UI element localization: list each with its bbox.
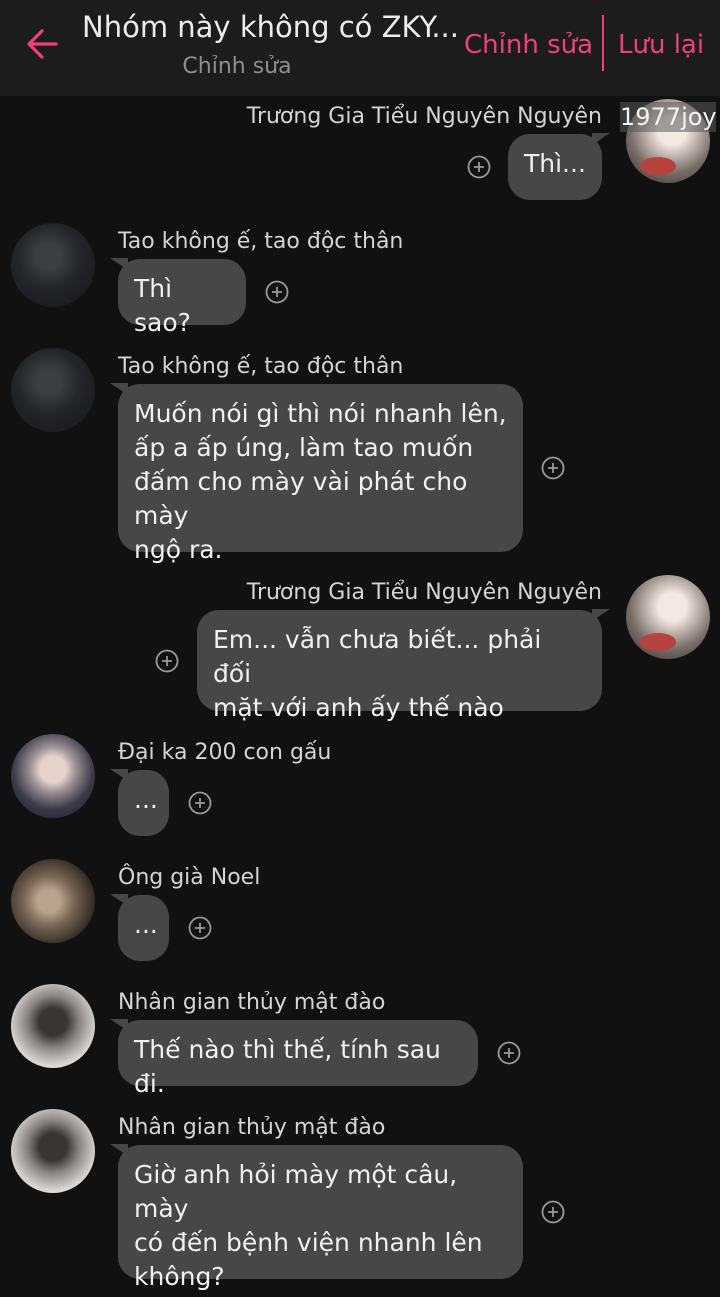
header-divider xyxy=(602,15,604,71)
message-bubble[interactable]: Giờ anh hỏi mày một câu, mày có đến bệnh… xyxy=(110,1144,523,1291)
plus-circle-icon xyxy=(155,649,179,673)
add-reaction-button[interactable] xyxy=(188,791,212,815)
message-bubble[interactable]: Muốn nói gì thì nói nhanh lên, ấp a ấp ú… xyxy=(110,383,523,564)
message-line: Muốn nói gì thì nói nhanh lên, xyxy=(134,399,507,428)
add-reaction-button[interactable] xyxy=(497,1041,521,1065)
avatar-detail xyxy=(640,633,676,651)
save-button[interactable]: Lưu lại xyxy=(618,30,704,60)
message-bubble[interactable]: ... xyxy=(110,769,169,836)
sender-name: Ông già Noel xyxy=(118,865,261,890)
avatar[interactable] xyxy=(11,1109,95,1193)
arrow-left-icon xyxy=(27,29,58,59)
sender-name: Trương Gia Tiểu Nguyên Nguyên xyxy=(246,580,602,605)
sender-name: Trương Gia Tiểu Nguyên Nguyên xyxy=(246,104,602,129)
plus-circle-icon xyxy=(188,791,212,815)
avatar[interactable] xyxy=(11,223,95,307)
message-line: mặt với anh ấy thế nào xyxy=(213,693,504,722)
plus-circle-icon xyxy=(265,280,289,304)
sender-name: Đại ka 200 con gấu xyxy=(118,740,332,765)
add-reaction-button[interactable] xyxy=(541,1200,565,1224)
message-bubble[interactable]: Thì... xyxy=(508,133,610,200)
edit-subtitle: Chỉnh sửa xyxy=(182,54,292,79)
plus-circle-icon xyxy=(541,1200,565,1224)
avatar[interactable] xyxy=(11,734,95,818)
top-bar: Nhóm này không có ZKY... Chỉnh sửa Chỉnh… xyxy=(0,0,720,96)
message-line: không? xyxy=(134,1262,225,1291)
sender-name: Tao không ế, tao độc thân xyxy=(118,354,404,379)
plus-circle-icon xyxy=(467,155,491,179)
message-line: có đến bệnh viện nhanh lên xyxy=(134,1228,483,1257)
message-line: ... xyxy=(134,910,158,939)
message-bubble[interactable]: ... xyxy=(110,894,169,961)
add-reaction-button[interactable] xyxy=(265,280,289,304)
message-line: Thì sao? xyxy=(134,274,191,337)
avatar[interactable] xyxy=(11,348,95,432)
add-reaction-button[interactable] xyxy=(155,649,179,673)
avatar[interactable] xyxy=(626,575,710,659)
avatar[interactable] xyxy=(11,984,95,1068)
sender-name: Nhân gian thủy mật đào xyxy=(118,1115,386,1140)
message-line: đấm cho mày vài phát cho mày xyxy=(134,467,468,530)
message-line: ... xyxy=(134,785,158,814)
plus-circle-icon xyxy=(188,916,212,940)
avatar-detail xyxy=(640,157,676,175)
message-line: ấp a ấp úng, làm tao muốn xyxy=(134,433,474,462)
sender-name: Tao không ế, tao độc thân xyxy=(118,229,404,254)
avatar[interactable] xyxy=(11,859,95,943)
plus-circle-icon xyxy=(497,1041,521,1065)
message-line: Thế nào thì thế, tính sau đi. xyxy=(134,1035,441,1098)
message-line: Giờ anh hỏi mày một câu, mày xyxy=(134,1160,458,1223)
watermark-label: 1977joy xyxy=(620,102,717,132)
message-line: Thì... xyxy=(524,149,586,178)
add-reaction-button[interactable] xyxy=(467,155,491,179)
message-bubble[interactable]: Em... vẫn chưa biết... phải đối mặt với … xyxy=(197,609,610,722)
message-line: ngộ ra. xyxy=(134,535,223,564)
message-bubble[interactable]: Thì sao? xyxy=(110,258,246,337)
add-reaction-button[interactable] xyxy=(541,456,565,480)
message-line: Em... vẫn chưa biết... phải đối xyxy=(213,625,542,688)
back-button[interactable] xyxy=(22,24,62,64)
edit-button[interactable]: Chỉnh sửa xyxy=(464,30,593,60)
message-bubble[interactable]: Thế nào thì thế, tính sau đi. xyxy=(110,1019,478,1098)
sender-name: Nhân gian thủy mật đào xyxy=(118,990,386,1015)
plus-circle-icon xyxy=(541,456,565,480)
group-title: Nhóm này không có ZKY... xyxy=(82,10,457,44)
add-reaction-button[interactable] xyxy=(188,916,212,940)
